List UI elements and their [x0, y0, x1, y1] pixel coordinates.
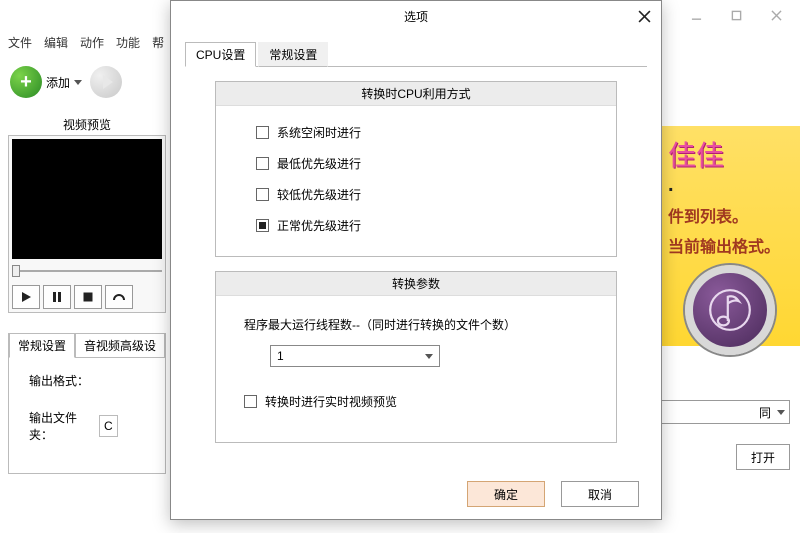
checkbox-icon [256, 157, 269, 170]
right-controls: 同 打开 [660, 400, 790, 470]
window-close-button[interactable] [756, 1, 796, 29]
menu-file[interactable]: 文件 [8, 34, 32, 51]
menu-help[interactable]: 帮 [152, 34, 164, 51]
window-minimize-button[interactable] [676, 1, 716, 29]
cancel-button[interactable]: 取消 [561, 481, 639, 507]
chevron-down-icon [425, 354, 433, 359]
checkbox-icon [244, 395, 257, 408]
right-combo-value: 同 [759, 404, 771, 421]
plus-icon: + [10, 66, 42, 98]
dialog-titlebar: 选项 [171, 1, 661, 31]
option-idle-label: 系统空闲时进行 [277, 124, 361, 141]
option-lower-label: 较低优先级进行 [277, 186, 361, 203]
preview-title: 视频预览 [8, 116, 166, 135]
video-preview-area [12, 139, 162, 259]
ad-line-2: 当前输出格式。 [668, 233, 792, 257]
right-combo[interactable]: 同 [660, 400, 790, 424]
play-button[interactable] [12, 285, 40, 309]
ad-logo-text: 佳佳 [668, 134, 792, 174]
checkbox-icon [256, 126, 269, 139]
dialog-close-button[interactable] [633, 5, 655, 27]
option-idle[interactable]: 系统空闲时进行 [256, 124, 576, 141]
option-normal[interactable]: 正常优先级进行 [256, 217, 576, 234]
tab-av-advanced[interactable]: 音视频高级设 [75, 333, 165, 358]
max-threads-label: 程序最大运行线程数--（同时进行转换的文件个数） [244, 316, 588, 333]
window-maximize-button[interactable] [716, 1, 756, 29]
convert-params-title: 转换参数 [216, 272, 616, 296]
add-button-label: 添加 [46, 74, 70, 91]
music-icon [685, 265, 775, 355]
realtime-preview-option[interactable]: 转换时进行实时视频预览 [244, 393, 588, 410]
menu-action[interactable]: 动作 [80, 34, 104, 51]
add-button[interactable]: + 添加 [10, 66, 82, 98]
output-folder-input[interactable]: C [99, 415, 118, 437]
ok-button[interactable]: 确定 [467, 481, 545, 507]
tab-general-settings[interactable]: 常规设置 [258, 42, 328, 67]
preview-box [8, 135, 166, 313]
chevron-down-icon [74, 80, 82, 85]
ad-panel: 佳佳 . 件到列表。 当前输出格式。 [660, 126, 800, 346]
stop-button[interactable] [74, 285, 102, 309]
checkbox-icon [256, 188, 269, 201]
options-dialog: 选项 CPU设置 常规设置 转换时CPU利用方式 系统空闲时进行 最低优先级进行 [170, 0, 662, 520]
tab-cpu-settings[interactable]: CPU设置 [185, 42, 256, 67]
cpu-usage-group: 转换时CPU利用方式 系统空闲时进行 最低优先级进行 较低优先级进行 正常优先级… [215, 81, 617, 257]
menu-edit[interactable]: 编辑 [44, 34, 68, 51]
left-panel: 视频预览 常规设置 音视频高级设 输出格式： 输出文件夹： C [8, 116, 166, 474]
checkbox-checked-icon [256, 219, 269, 232]
pause-button[interactable] [43, 285, 71, 309]
preview-slider[interactable] [12, 263, 162, 279]
dialog-tabs: CPU设置 常规设置 [185, 41, 647, 67]
max-threads-value: 1 [277, 349, 284, 363]
settings-panel: 常规设置 音视频高级设 输出格式： 输出文件夹： C [8, 333, 166, 474]
play-big-button[interactable] [90, 66, 122, 98]
ad-line-1: 件到列表。 [668, 203, 792, 227]
max-threads-select[interactable]: 1 [270, 345, 440, 367]
chevron-down-icon [777, 410, 785, 415]
menu-function[interactable]: 功能 [116, 34, 140, 51]
convert-params-group: 转换参数 程序最大运行线程数--（同时进行转换的文件个数） 1 转换时进行实时视… [215, 271, 617, 443]
option-lower[interactable]: 较低优先级进行 [256, 186, 576, 203]
realtime-preview-label: 转换时进行实时视频预览 [265, 393, 397, 410]
cpu-usage-group-title: 转换时CPU利用方式 [216, 82, 616, 106]
snapshot-button[interactable] [105, 285, 133, 309]
output-folder-label: 输出文件夹： [29, 409, 99, 443]
option-lowest-label: 最低优先级进行 [277, 155, 361, 172]
option-lowest[interactable]: 最低优先级进行 [256, 155, 576, 172]
open-button[interactable]: 打开 [736, 444, 790, 470]
tab-general[interactable]: 常规设置 [9, 333, 75, 358]
output-format-label: 输出格式： [29, 372, 99, 389]
dialog-title: 选项 [404, 8, 428, 25]
option-normal-label: 正常优先级进行 [277, 217, 361, 234]
